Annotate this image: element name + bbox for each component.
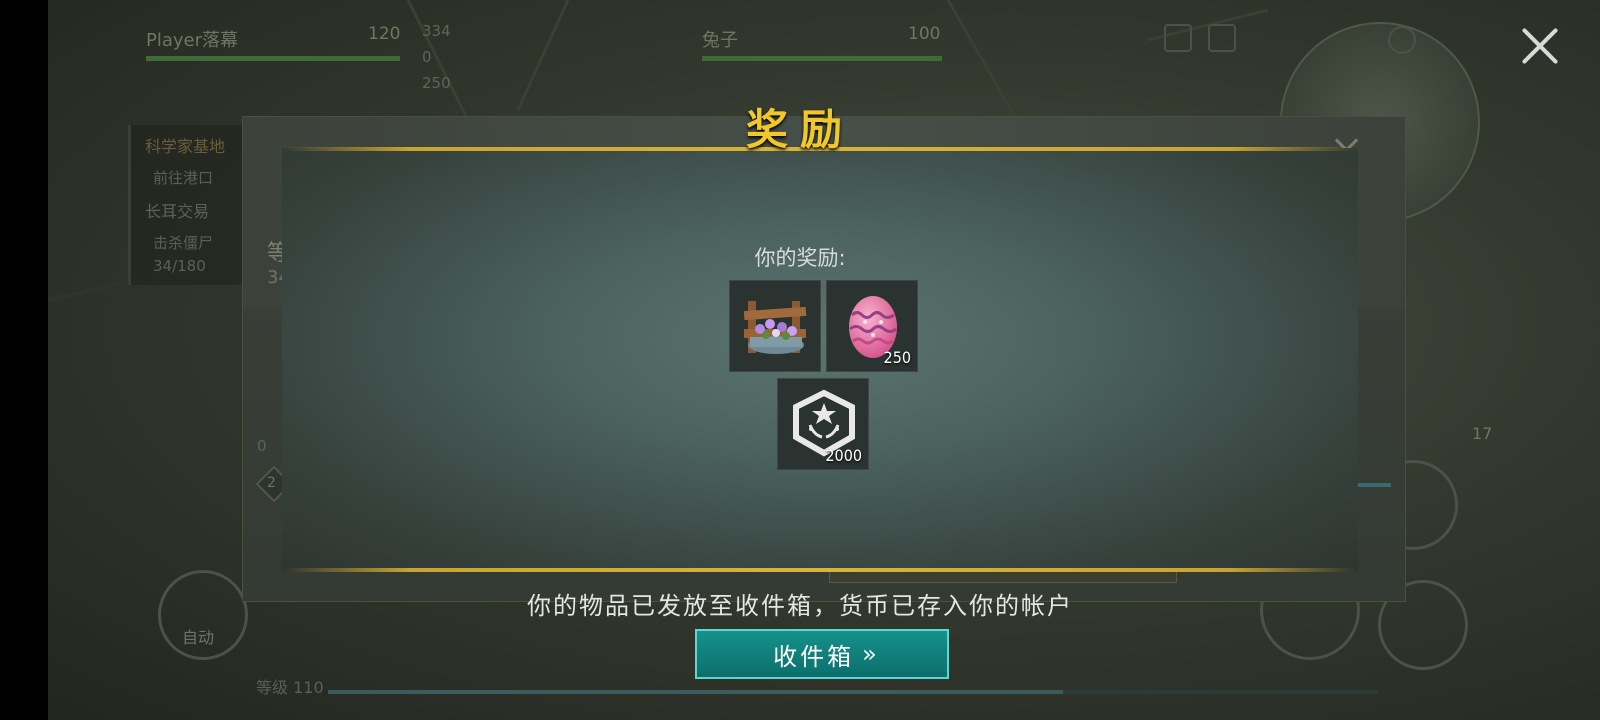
modal-bottom-border bbox=[282, 568, 1358, 572]
node-label: 2 bbox=[267, 475, 276, 491]
stat-1: 334 bbox=[422, 22, 451, 40]
double-chevron-icon: » bbox=[862, 640, 876, 668]
player-hp: 120 bbox=[368, 24, 401, 44]
stat-2: 0 bbox=[422, 48, 432, 66]
stat-3: 250 bbox=[422, 74, 451, 92]
track-value: 0 bbox=[257, 437, 267, 455]
player-name: Player落幕 bbox=[146, 30, 239, 51]
reward-qty: 2000 bbox=[825, 446, 862, 465]
reward-slot[interactable]: 250 bbox=[826, 280, 918, 372]
gear-icon[interactable] bbox=[1388, 26, 1416, 54]
gift-icon[interactable] bbox=[1164, 24, 1192, 52]
modal-title: 奖励 bbox=[745, 105, 854, 154]
auto-label: 自动 bbox=[182, 628, 215, 647]
target-hp: 100 bbox=[908, 24, 941, 44]
inbox-button-label: 收件箱 bbox=[773, 642, 855, 671]
delivery-notice: 你的物品已发放至收件箱，货币已存入你的帐户 bbox=[527, 592, 1073, 620]
xp-bar bbox=[328, 690, 1378, 694]
target-hp-bar bbox=[702, 56, 942, 61]
footer-level: 等级 110 bbox=[256, 678, 324, 697]
flower-planter-icon bbox=[743, 301, 807, 354]
close-icon[interactable] bbox=[1516, 22, 1564, 70]
target-name: 兔子 bbox=[702, 30, 738, 51]
side-count: 17 bbox=[1472, 424, 1493, 443]
player-hp-bar bbox=[146, 56, 400, 61]
box-icon[interactable] bbox=[1208, 24, 1236, 52]
inbox-button[interactable]: 收件箱 » bbox=[695, 629, 949, 679]
reward-subtitle: 你的奖励: bbox=[754, 246, 846, 270]
reward-qty: 250 bbox=[883, 348, 911, 367]
reward-slot[interactable] bbox=[729, 280, 821, 372]
reward-slot[interactable]: 2000 bbox=[777, 378, 869, 470]
